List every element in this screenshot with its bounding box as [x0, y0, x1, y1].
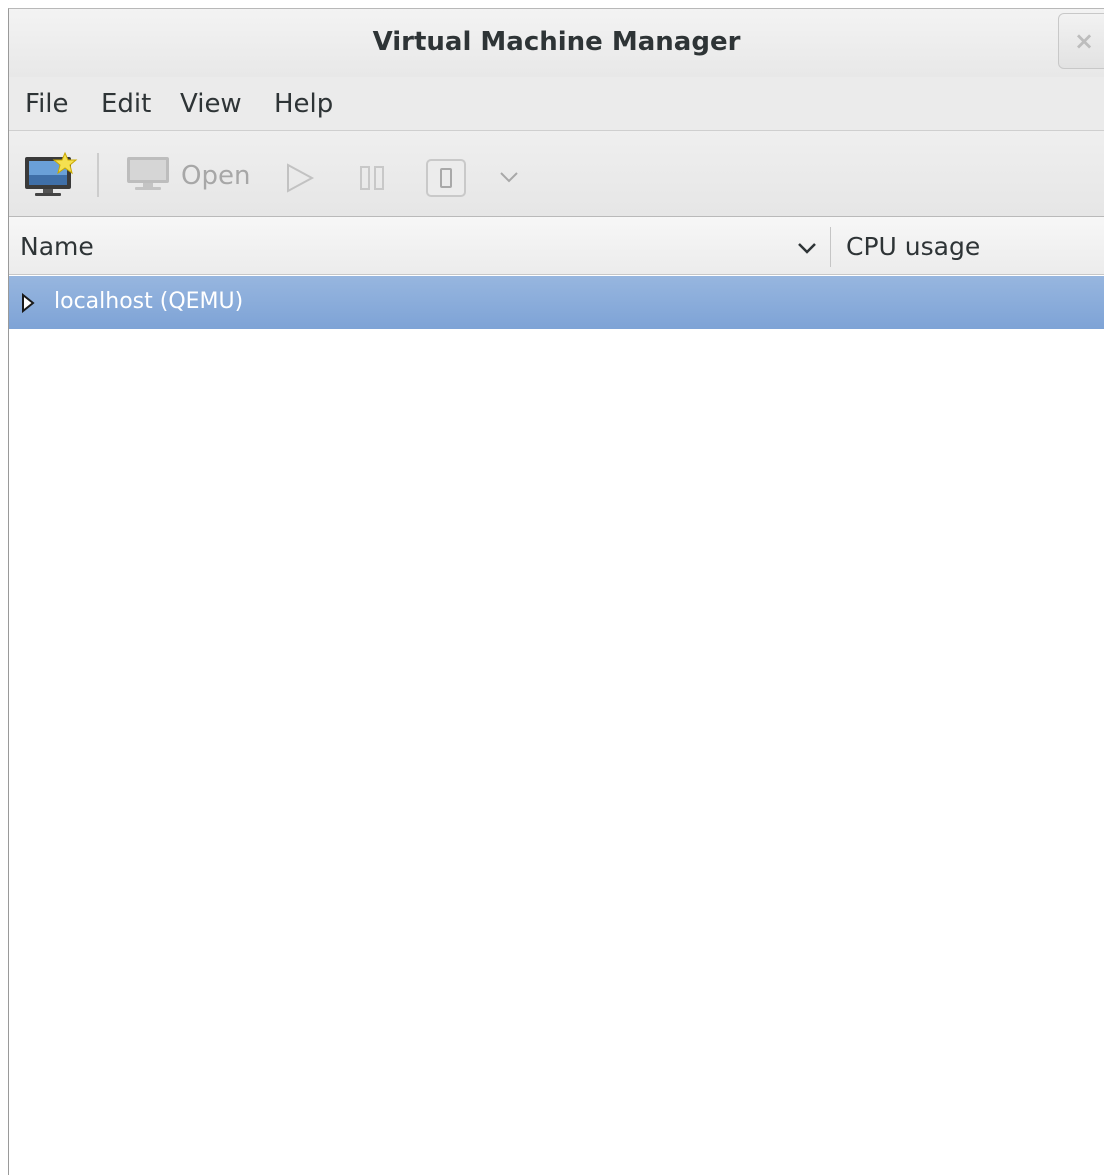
close-button[interactable]: × [1058, 13, 1104, 69]
chevron-down-icon [798, 243, 816, 254]
column-name[interactable]: Name [20, 232, 94, 261]
menu-file[interactable]: File [25, 89, 69, 119]
run-button[interactable] [283, 161, 317, 199]
column-header: Name CPU usage [9, 217, 1104, 275]
sort-toggle[interactable] [795, 239, 819, 263]
menu-bar: File Edit View Help [9, 77, 1104, 131]
toolbar: Open [9, 131, 1104, 217]
pause-button[interactable] [358, 163, 388, 197]
open-label: Open [181, 161, 251, 191]
new-vm-button[interactable] [23, 151, 79, 203]
close-icon: × [1073, 27, 1095, 55]
menu-view[interactable]: View [180, 89, 242, 119]
title-bar[interactable]: Virtual Machine Manager × [9, 9, 1104, 77]
menu-help[interactable]: Help [274, 89, 333, 119]
shutdown-menu-button[interactable] [497, 167, 521, 191]
monitor-icon [127, 157, 169, 190]
expander-toggle[interactable] [21, 292, 37, 317]
menu-edit[interactable]: Edit [101, 89, 151, 119]
window-title: Virtual Machine Manager [372, 27, 741, 57]
toolbar-separator [97, 153, 99, 197]
chevron-down-icon [500, 172, 518, 183]
new-vm-monitor-star-icon [25, 151, 78, 196]
shutdown-icon [426, 159, 466, 197]
pause-icon [360, 166, 384, 190]
play-icon [287, 163, 315, 193]
connection-label: localhost (QEMU) [54, 289, 244, 314]
column-cpu-usage[interactable]: CPU usage [846, 232, 980, 261]
main-window: Virtual Machine Manager × File Edit View… [8, 8, 1104, 1175]
column-divider[interactable] [830, 227, 831, 267]
open-button[interactable] [125, 153, 171, 197]
connection-row[interactable]: localhost (QEMU) [9, 276, 1104, 329]
shutdown-button[interactable] [425, 158, 467, 202]
expander-arrow-icon [22, 292, 35, 314]
